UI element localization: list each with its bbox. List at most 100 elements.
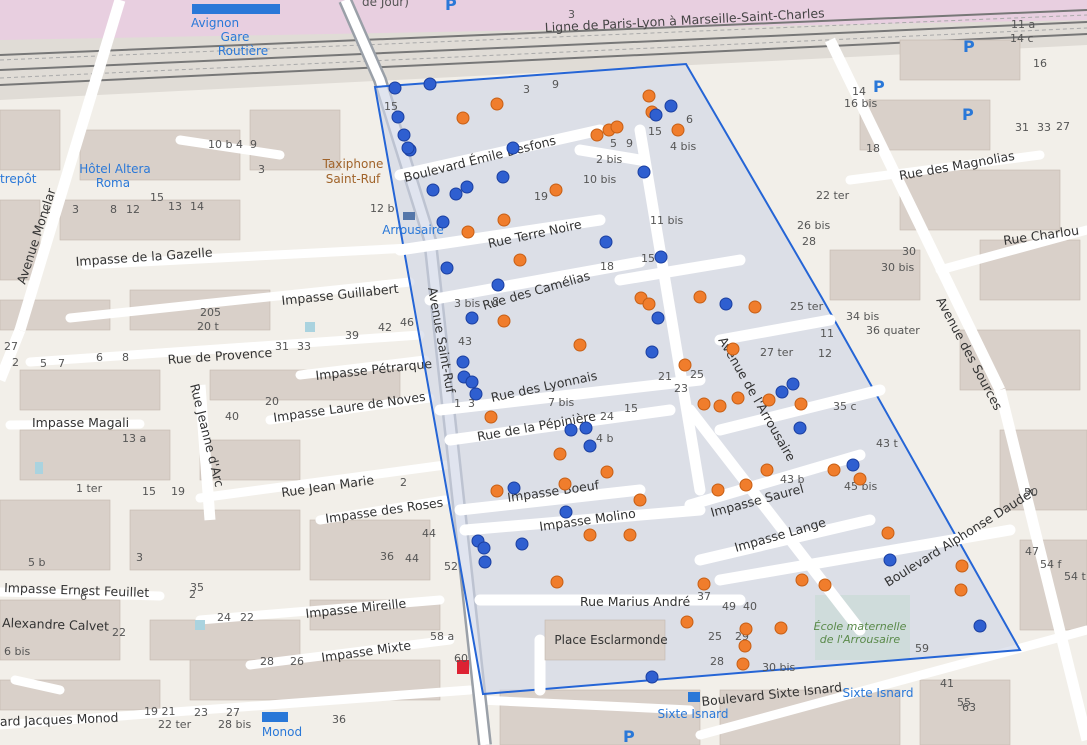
blue-marker[interactable] — [478, 555, 492, 569]
orange-marker[interactable] — [774, 621, 788, 635]
orange-marker[interactable] — [623, 528, 637, 542]
orange-marker[interactable] — [456, 111, 470, 125]
orange-marker[interactable] — [497, 213, 511, 227]
svg-text:39: 39 — [345, 329, 359, 342]
blue-marker[interactable] — [426, 183, 440, 197]
svg-text:4 bis: 4 bis — [670, 140, 697, 153]
blue-marker[interactable] — [477, 541, 491, 555]
orange-marker[interactable] — [550, 575, 564, 589]
orange-marker[interactable] — [739, 622, 753, 636]
blue-marker[interactable] — [440, 261, 454, 275]
orange-marker[interactable] — [461, 225, 475, 239]
svg-text:6: 6 — [686, 113, 693, 126]
orange-marker[interactable] — [795, 573, 809, 587]
orange-marker[interactable] — [642, 297, 656, 311]
blue-marker[interactable] — [651, 311, 665, 325]
blue-marker[interactable] — [599, 235, 613, 249]
blue-marker[interactable] — [645, 345, 659, 359]
blue-marker[interactable] — [564, 423, 578, 437]
orange-marker[interactable] — [738, 639, 752, 653]
blue-marker[interactable] — [491, 278, 505, 292]
orange-marker[interactable] — [713, 399, 727, 413]
map-canvas[interactable]: P P P P P Boulevard Émile Desfons Rue Te… — [0, 0, 1087, 745]
blue-marker[interactable] — [583, 439, 597, 453]
orange-marker[interactable] — [697, 397, 711, 411]
orange-marker[interactable] — [881, 526, 895, 540]
orange-marker[interactable] — [680, 615, 694, 629]
orange-marker[interactable] — [490, 97, 504, 111]
blue-marker[interactable] — [436, 215, 450, 229]
orange-marker[interactable] — [671, 123, 685, 137]
orange-marker[interactable] — [818, 578, 832, 592]
blue-marker[interactable] — [649, 108, 663, 122]
orange-marker[interactable] — [600, 465, 614, 479]
orange-marker[interactable] — [549, 183, 563, 197]
orange-marker[interactable] — [610, 120, 624, 134]
orange-marker[interactable] — [731, 391, 745, 405]
svg-text:1: 1 — [454, 397, 461, 410]
orange-marker[interactable] — [827, 463, 841, 477]
orange-marker[interactable] — [697, 577, 711, 591]
blue-marker[interactable] — [973, 619, 987, 633]
orange-marker[interactable] — [642, 89, 656, 103]
orange-marker[interactable] — [583, 528, 597, 542]
blue-marker[interactable] — [465, 311, 479, 325]
orange-marker[interactable] — [633, 493, 647, 507]
blue-marker[interactable] — [456, 355, 470, 369]
orange-marker[interactable] — [678, 358, 692, 372]
orange-marker[interactable] — [794, 397, 808, 411]
svg-text:2: 2 — [400, 476, 407, 489]
orange-marker[interactable] — [711, 483, 725, 497]
blue-marker[interactable] — [507, 481, 521, 495]
blue-marker[interactable] — [423, 77, 437, 91]
orange-marker[interactable] — [590, 128, 604, 142]
orange-marker[interactable] — [748, 300, 762, 314]
blue-marker[interactable] — [883, 553, 897, 567]
place-label: Sixte Isnard — [842, 686, 913, 700]
blue-marker[interactable] — [664, 99, 678, 113]
orange-marker[interactable] — [693, 290, 707, 304]
orange-marker[interactable] — [762, 393, 776, 407]
blue-marker[interactable] — [449, 187, 463, 201]
blue-marker[interactable] — [391, 110, 405, 124]
bus-stop-icon[interactable] — [262, 712, 288, 722]
parking-icon: P — [963, 37, 975, 56]
orange-marker[interactable] — [853, 472, 867, 486]
svg-text:7: 7 — [58, 357, 65, 370]
orange-marker[interactable] — [760, 463, 774, 477]
blue-marker[interactable] — [401, 141, 415, 155]
orange-marker[interactable] — [954, 583, 968, 597]
orange-marker[interactable] — [513, 253, 527, 267]
blue-marker[interactable] — [786, 377, 800, 391]
blue-marker[interactable] — [719, 297, 733, 311]
orange-marker[interactable] — [490, 484, 504, 498]
orange-marker[interactable] — [553, 447, 567, 461]
orange-marker[interactable] — [955, 559, 969, 573]
blue-marker[interactable] — [579, 421, 593, 435]
blue-marker[interactable] — [559, 505, 573, 519]
orange-marker[interactable] — [497, 314, 511, 328]
blue-marker[interactable] — [645, 670, 659, 684]
blue-marker[interactable] — [496, 170, 510, 184]
bus-stop-icon[interactable] — [192, 4, 280, 14]
blue-marker[interactable] — [506, 141, 520, 155]
orange-marker[interactable] — [558, 477, 572, 491]
orange-marker[interactable] — [736, 657, 750, 671]
bus-stop-icon[interactable] — [403, 212, 415, 220]
blue-marker[interactable] — [388, 81, 402, 95]
blue-marker[interactable] — [775, 385, 789, 399]
bus-stop-icon[interactable] — [688, 692, 700, 702]
orange-marker[interactable] — [484, 410, 498, 424]
orange-marker[interactable] — [739, 478, 753, 492]
blue-marker[interactable] — [654, 250, 668, 264]
blue-marker[interactable] — [846, 458, 860, 472]
blue-marker[interactable] — [637, 165, 651, 179]
blue-marker[interactable] — [793, 421, 807, 435]
orange-marker[interactable] — [726, 342, 740, 356]
blue-marker[interactable] — [469, 387, 483, 401]
blue-marker[interactable] — [397, 128, 411, 142]
blue-marker[interactable] — [460, 180, 474, 194]
orange-marker[interactable] — [573, 338, 587, 352]
blue-marker[interactable] — [465, 375, 479, 389]
blue-marker[interactable] — [515, 537, 529, 551]
